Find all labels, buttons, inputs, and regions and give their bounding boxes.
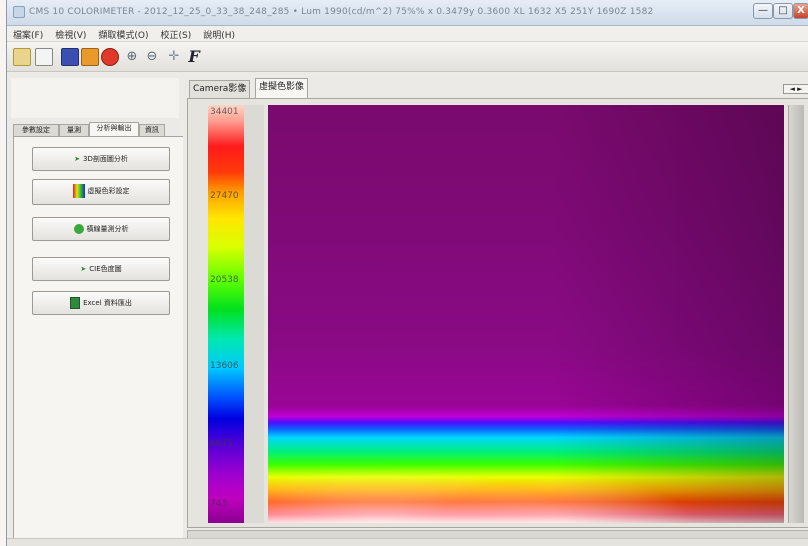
image-panel: Camera影像 虛擬色影像 ◄ ► 34401 27470 20538 136… — [183, 74, 808, 546]
button-label: 虛擬色彩設定 — [87, 187, 130, 195]
close-button[interactable]: X — [793, 3, 808, 19]
scale-label-max: 34401 — [210, 107, 239, 117]
camera-icon[interactable] — [61, 48, 79, 66]
heatmap-highlight — [268, 413, 784, 523]
zoom-in-icon[interactable]: ⊕ — [123, 48, 141, 66]
scale-label-2: 27470 — [210, 191, 239, 201]
scale-label-4: 13606 — [210, 361, 239, 371]
excel-export-button[interactable]: Excel 資料匯出 — [32, 291, 170, 315]
stop-icon[interactable] — [101, 48, 119, 66]
menu-file[interactable]: 檔案(F) — [7, 26, 49, 41]
button-label: Excel 資料匯出 — [83, 299, 132, 307]
scale-label-min: 743 — [210, 499, 228, 509]
color-bars-icon — [72, 184, 85, 198]
crosshair-icon[interactable]: ✛ — [165, 48, 183, 66]
save-icon[interactable] — [35, 48, 53, 66]
image-view: 34401 27470 20538 13606 6675 743 — [187, 98, 808, 528]
virtual-color-settings-button[interactable]: 虛擬色彩設定 — [32, 179, 170, 205]
left-tab-strip: 參數設定 量測 分析與輸出 資訊 — [13, 122, 183, 136]
menu-view[interactable]: 檢視(V) — [49, 26, 92, 41]
open-icon[interactable] — [13, 48, 31, 66]
window-title: CMS 10 COLORIMETER - 2012_12_25_0_33_38_… — [29, 7, 654, 17]
tab-camera-image[interactable]: Camera影像 — [189, 80, 251, 98]
tab-virtual-color-image[interactable]: 虛擬色影像 — [255, 78, 309, 98]
f-icon[interactable]: F — [185, 48, 203, 66]
color-scale-bar — [208, 105, 244, 523]
circle-arrow-icon — [73, 224, 84, 234]
tab-parameters[interactable]: 參數設定 — [13, 124, 59, 136]
cie-chromaticity-button[interactable]: ➤ CIE色度圖 — [32, 257, 170, 281]
title-bar[interactable]: CMS 10 COLORIMETER - 2012_12_25_0_33_38_… — [7, 0, 808, 26]
application-window: CMS 10 COLORIMETER - 2012_12_25_0_33_38_… — [6, 0, 808, 546]
line-measure-analysis-button[interactable]: 橫線量測分析 — [32, 217, 170, 241]
button-label: 3D剖面圖分析 — [83, 155, 128, 163]
3d-profile-analysis-button[interactable]: ➤ 3D剖面圖分析 — [32, 147, 170, 171]
app-icon — [13, 6, 25, 18]
menu-help[interactable]: 說明(H) — [197, 26, 241, 41]
scale-label-5: 6675 — [210, 439, 233, 449]
menu-bar: 檔案(F) 檢視(V) 擷取模式(O) 校正(S) 說明(H) — [7, 26, 808, 42]
analysis-panel: ➤ 3D剖面圖分析 虛擬色彩設定 橫線量測分析 ➤ CIE色度圖 Excel 資料匯… — [13, 136, 185, 546]
scale-label-3: 20538 — [210, 275, 239, 285]
logo-area — [11, 78, 179, 118]
tab-analysis-output[interactable]: 分析與輸出 — [89, 122, 139, 136]
3d-arrow-icon: ➤ — [74, 155, 81, 163]
menu-capture-mode[interactable]: 擷取模式(O) — [92, 26, 154, 41]
excel-icon — [70, 297, 81, 309]
maximize-button[interactable]: □ — [773, 3, 793, 19]
tab-info[interactable]: 資訊 — [139, 124, 165, 136]
scale-gap — [244, 105, 264, 523]
luminance-heatmap[interactable] — [268, 105, 784, 523]
button-label: CIE色度圖 — [89, 265, 122, 273]
settings-icon[interactable] — [81, 48, 99, 66]
button-label: 橫線量測分析 — [86, 225, 129, 233]
tab-scroll-arrows[interactable]: ◄ ► — [783, 84, 808, 94]
menu-calibration[interactable]: 校正(S) — [155, 26, 198, 41]
status-bar — [7, 538, 808, 546]
vertical-scrollbar[interactable] — [788, 105, 804, 523]
left-panel: 參數設定 量測 分析與輸出 資訊 ➤ 3D剖面圖分析 虛擬色彩設定 橫線量測分析 … — [7, 74, 185, 546]
minimize-button[interactable]: — — [753, 3, 773, 19]
tab-measure[interactable]: 量測 — [59, 124, 89, 136]
toolbar: ⊕ ⊖ ✛ F — [7, 42, 808, 72]
zoom-out-icon[interactable]: ⊖ — [143, 48, 161, 66]
cie-arrow-icon: ➤ — [80, 265, 87, 273]
